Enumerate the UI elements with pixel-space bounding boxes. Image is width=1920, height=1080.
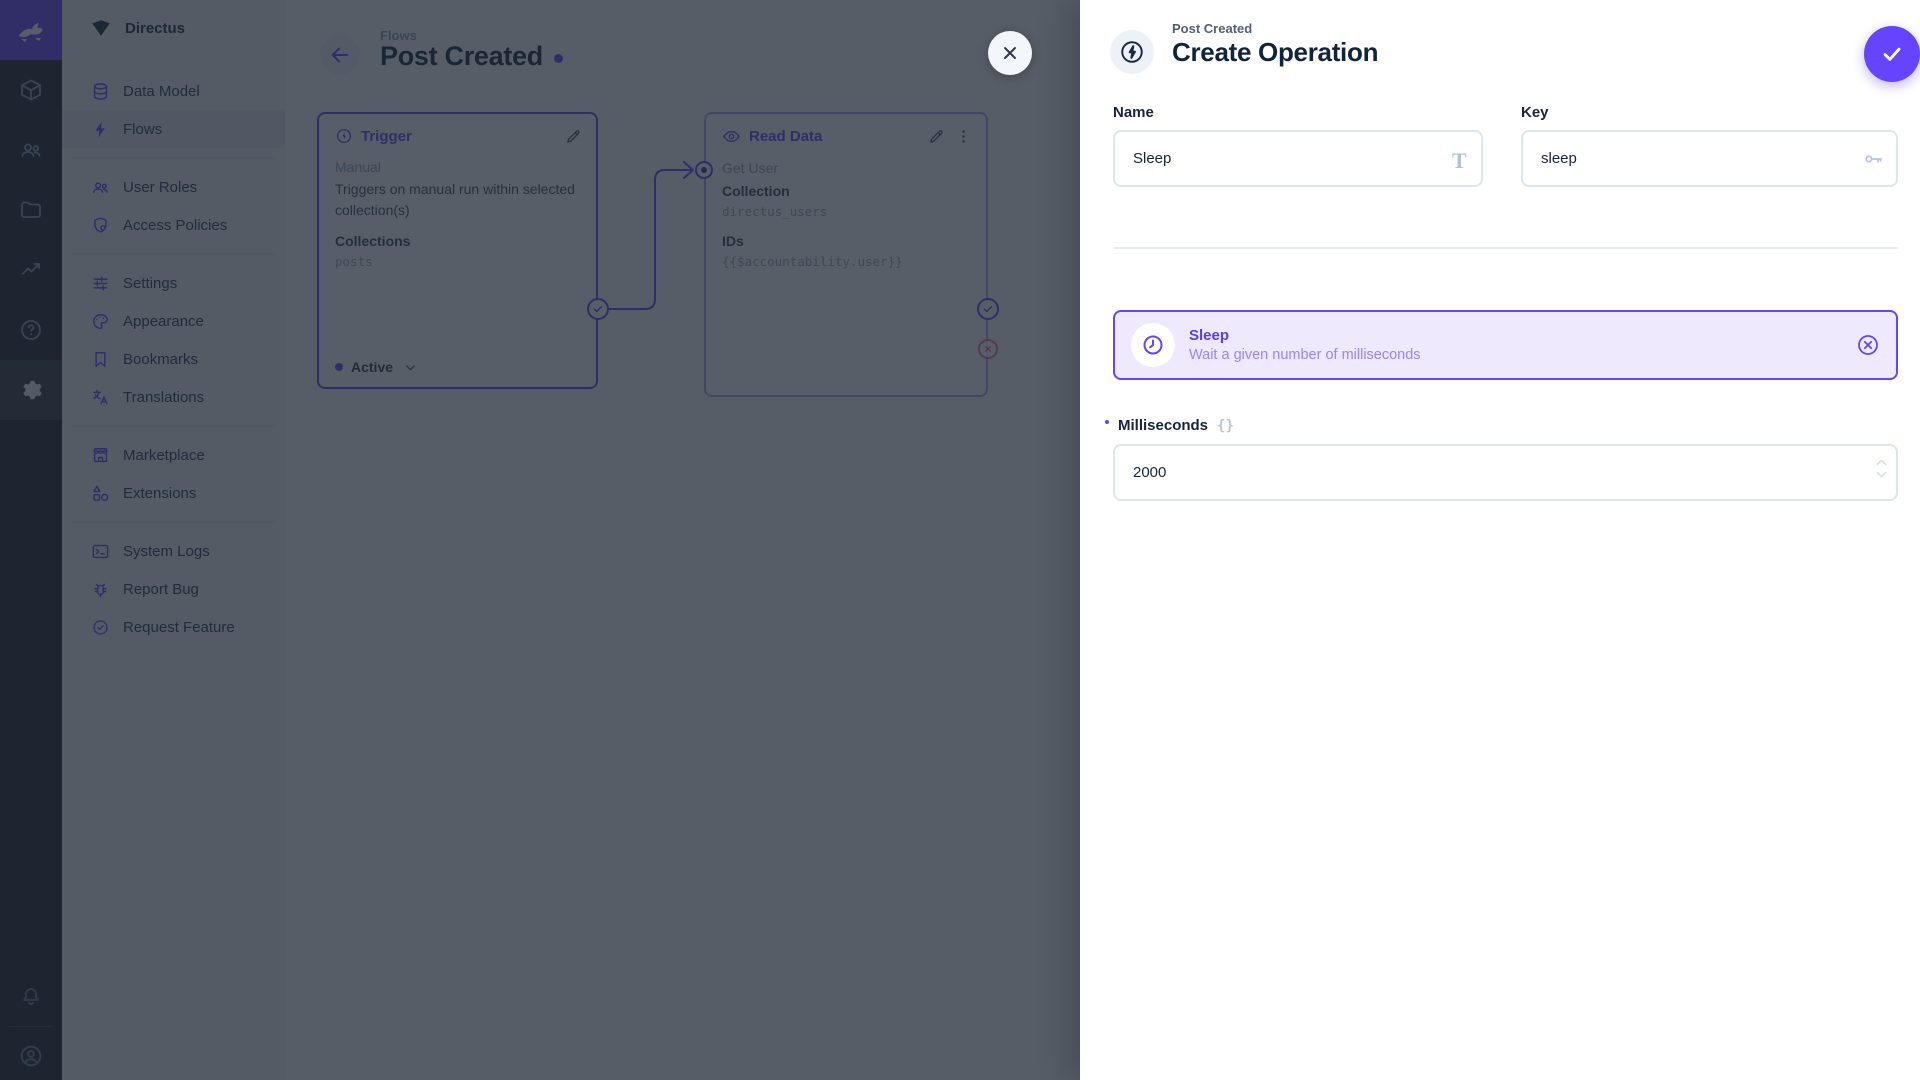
operation-type-card-sleep[interactable]: Sleep Wait a given number of millisecond…	[1113, 310, 1898, 380]
stepper-up-icon[interactable]	[1875, 458, 1888, 467]
number-stepper[interactable]	[1875, 458, 1888, 479]
create-operation-drawer: Post Created Create Operation Name T Key…	[1080, 0, 1920, 1080]
clock-icon	[1131, 323, 1175, 367]
section-divider	[1113, 247, 1898, 249]
drawer-header-icon	[1110, 30, 1154, 74]
key-field-label: Key	[1521, 104, 1549, 121]
stepper-down-icon[interactable]	[1875, 470, 1888, 479]
screen: Directus Data Model Flows User Ro	[0, 0, 1920, 1080]
milliseconds-input[interactable]	[1113, 444, 1898, 501]
modal-overlay[interactable]	[0, 0, 1080, 1080]
key-icon	[1862, 148, 1884, 170]
name-field-label: Name	[1113, 104, 1154, 121]
name-input[interactable]	[1113, 130, 1483, 187]
required-indicator	[1105, 420, 1109, 424]
operation-card-description: Wait a given number of milliseconds	[1189, 347, 1421, 363]
milliseconds-field-label: Milliseconds	[1118, 417, 1209, 434]
drawer-title: Create Operation	[1172, 37, 1379, 67]
save-button[interactable]	[1864, 26, 1920, 82]
close-icon	[1004, 47, 1016, 59]
bolt-circle-icon	[1121, 41, 1143, 63]
key-input[interactable]	[1521, 130, 1898, 187]
raw-value-toggle-icon[interactable]: {}	[1217, 418, 1234, 434]
check-icon	[1883, 47, 1901, 61]
close-drawer-button[interactable]	[988, 31, 1032, 75]
title-case-icon[interactable]: T	[1452, 148, 1467, 174]
operation-card-title: Sleep	[1189, 327, 1230, 344]
deselect-operation-icon[interactable]	[1856, 333, 1880, 357]
drawer-breadcrumb: Post Created	[1172, 21, 1253, 36]
